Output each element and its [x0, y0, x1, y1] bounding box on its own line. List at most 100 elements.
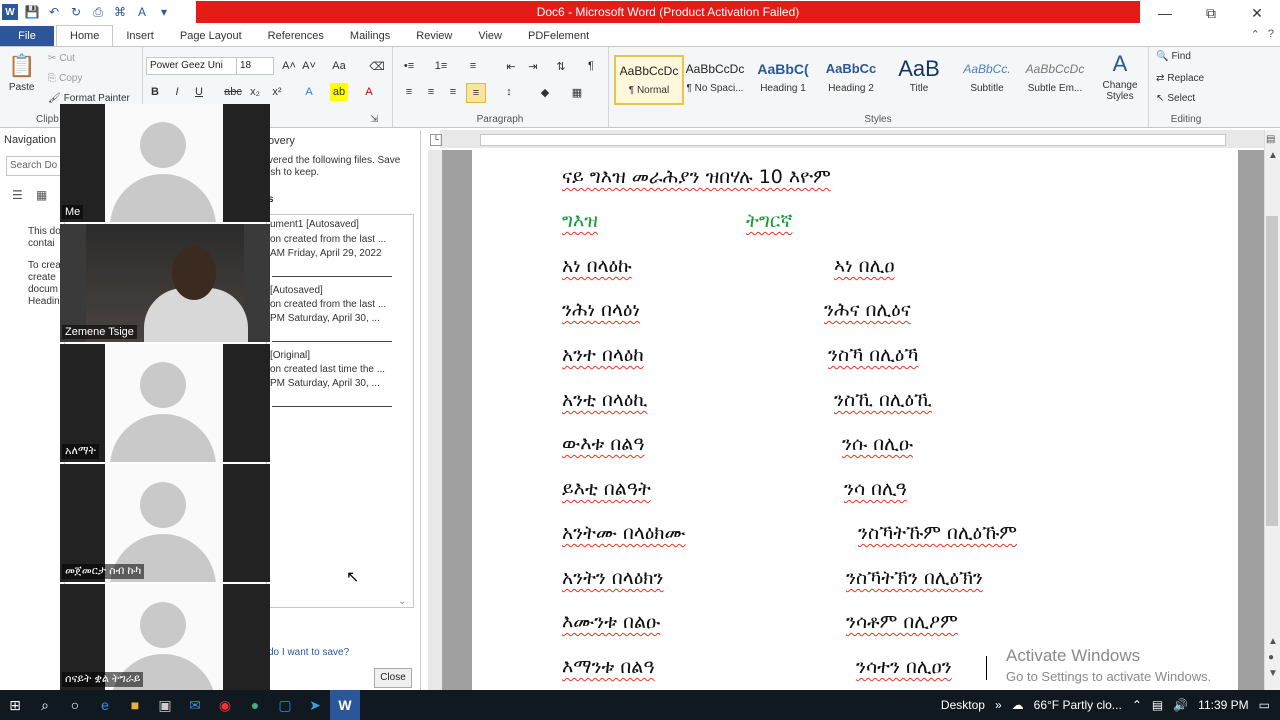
tab-insert[interactable]: Insert — [113, 26, 167, 46]
doc-heading[interactable]: ናይ ግእዝ መራሕያን ዝበሃሉ 10 እዮም — [562, 166, 831, 188]
chrome-icon[interactable]: ◉ — [210, 690, 240, 720]
undo-icon[interactable]: ↶ — [46, 4, 62, 20]
doc-row-geez[interactable]: አንቲ በላዕኪ — [562, 389, 648, 411]
shading-icon[interactable]: ◆ — [536, 83, 554, 101]
recovery-file-2-name[interactable]: [Autosaved] — [270, 285, 323, 296]
doc-col-header-tigrinya[interactable]: ትግርኛ — [746, 210, 792, 232]
recovery-close-button[interactable]: Close — [374, 668, 412, 688]
text-effects-icon[interactable]: A — [300, 83, 318, 101]
font-color-icon[interactable]: A — [134, 4, 150, 20]
scrollbar-thumb[interactable] — [1266, 216, 1278, 526]
change-styles-button[interactable]: A Change Styles — [1098, 51, 1142, 102]
tab-page-layout[interactable]: Page Layout — [167, 26, 255, 46]
search-icon[interactable]: ⌕ — [30, 690, 60, 720]
change-case-icon[interactable]: Aa — [330, 57, 348, 75]
edge-icon[interactable]: e — [90, 690, 120, 720]
next-page-icon[interactable]: ▼ — [1268, 668, 1278, 679]
start-icon[interactable]: ⊞ — [0, 690, 30, 720]
line-spacing-icon[interactable]: ↕ — [500, 83, 518, 101]
style-title[interactable]: AaB Title — [886, 55, 952, 101]
tray-chevron-icon[interactable]: » — [995, 698, 1002, 712]
clear-formatting-icon[interactable]: ⌫ — [368, 57, 386, 75]
notifications-icon[interactable]: ▭ — [1259, 698, 1270, 712]
desktop-toolbar[interactable]: Desktop — [941, 698, 985, 712]
format-painter-button[interactable]: 🖌 Format Painter — [48, 93, 130, 104]
weather-icon[interactable]: ☁ — [1012, 698, 1024, 712]
style-heading-2[interactable]: AaBbCc Heading 2 — [818, 55, 884, 101]
tab-home[interactable]: Home — [56, 25, 114, 46]
style-heading-1[interactable]: AaBbC(Heading 1 — [750, 55, 816, 101]
font-dialog-launcher-icon[interactable]: ⇲ — [370, 114, 392, 125]
tab-view[interactable]: View — [465, 26, 515, 46]
replace-button[interactable]: ⇄ Replace — [1156, 73, 1204, 84]
doc-row-tigrinya[interactable]: ንሕና በሊዕና — [824, 299, 911, 321]
close-window-button[interactable]: ✕ — [1234, 0, 1280, 26]
doc-row-tigrinya[interactable]: ንስኻትኹም በሊዕኹም — [858, 522, 1017, 544]
doc-row-geez[interactable]: ንሕነ በላዕነ — [562, 299, 640, 321]
tab-pdfelement[interactable]: PDFelement — [515, 26, 602, 46]
tab-review[interactable]: Review — [403, 26, 465, 46]
list-scroll-down-icon[interactable]: ⌄ — [398, 596, 406, 607]
justify-icon[interactable]: ≡ — [466, 83, 486, 103]
select-button[interactable]: ↖ Select — [1156, 93, 1195, 104]
bold-icon[interactable]: B — [146, 83, 164, 101]
tab-references[interactable]: References — [255, 26, 337, 46]
doc-row-geez[interactable]: እሙንቱ በልዑ — [562, 611, 660, 633]
sort-icon[interactable]: ⇅ — [552, 57, 570, 75]
align-center-icon[interactable]: ≡ — [422, 83, 440, 101]
zoom-icon[interactable]: ▢ — [270, 690, 300, 720]
app-icon[interactable]: ● — [240, 690, 270, 720]
decrease-indent-icon[interactable]: ⇤ — [502, 57, 520, 75]
doc-row-geez[interactable]: አንተ በላዕከ — [562, 344, 644, 366]
ruler-toggle-icon[interactable]: ▤ — [1266, 134, 1275, 145]
telegram-icon[interactable]: ➤ — [300, 690, 330, 720]
minimize-button[interactable]: — — [1142, 0, 1188, 26]
copy-button[interactable]: ⎘ Copy — [48, 73, 82, 84]
shrink-font-icon[interactable]: A˅ — [300, 57, 318, 75]
find-button[interactable]: 🔍 Find — [1156, 51, 1191, 62]
borders-icon[interactable]: ▦ — [568, 83, 586, 101]
store-icon[interactable]: ▣ — [150, 690, 180, 720]
underline-icon[interactable]: U — [190, 83, 208, 101]
style-subtle-emphasis[interactable]: AaBbCcDc Subtle Em... — [1022, 55, 1088, 101]
doc-row-tigrinya[interactable]: ንሳተን በሊዐን — [856, 656, 952, 678]
doc-row-geez[interactable]: ይእቲ በልዓት — [562, 478, 651, 500]
volume-icon[interactable]: 🔊 — [1173, 698, 1188, 712]
redo-icon[interactable]: ↻ — [68, 4, 84, 20]
mail-icon[interactable]: ✉ — [180, 690, 210, 720]
participant-tile[interactable]: አለማት — [60, 344, 270, 462]
tab-file[interactable]: File — [0, 26, 54, 46]
multilevel-list-icon[interactable]: ≡ — [464, 57, 482, 75]
participant-video-tile[interactable]: Zemene Tsige — [60, 224, 270, 342]
customize-qat-icon[interactable]: ▾ — [156, 4, 172, 20]
align-left-icon[interactable]: ≡ — [400, 83, 418, 101]
word-taskbar-icon[interactable]: W — [330, 690, 360, 720]
increase-indent-icon[interactable]: ⇥ — [524, 57, 542, 75]
superscript-icon[interactable]: x² — [268, 83, 286, 101]
nav-headings-icon[interactable]: ☰ — [12, 188, 23, 202]
which-file-link[interactable]: do I want to save? — [268, 647, 349, 658]
show-hidden-icons-icon[interactable]: ⌃ — [1132, 698, 1142, 712]
doc-row-tigrinya[interactable]: ንስኻ በሊዕኻ — [828, 344, 918, 366]
save-icon[interactable]: 💾 — [24, 4, 40, 20]
doc-row-tigrinya[interactable]: ንሱ በሊዑ — [842, 433, 913, 455]
pilcrow-icon[interactable]: ¶ — [582, 57, 600, 75]
align-right-icon[interactable]: ≡ — [444, 83, 462, 101]
doc-row-geez[interactable]: እማንቱ በልዓ — [562, 656, 655, 678]
doc-col-header-geez[interactable]: ግእዝ — [562, 210, 598, 232]
restore-button[interactable]: ⧉ — [1188, 0, 1234, 26]
highlight-icon[interactable]: ab — [330, 83, 348, 101]
scroll-up-icon[interactable]: ▲ — [1268, 150, 1278, 161]
quick-print-icon[interactable]: ⎙ — [90, 4, 106, 20]
previous-page-icon[interactable]: ▲ — [1268, 636, 1278, 647]
doc-row-tigrinya[interactable]: ንሳ በሊዓ — [844, 478, 907, 500]
tab-selector-icon[interactable]: └ — [430, 134, 442, 146]
word-logo-icon[interactable]: W — [2, 4, 18, 20]
doc-row-tigrinya[interactable]: ንስኻትኽን በሊዕኽን — [846, 567, 983, 589]
font-color-icon[interactable]: A — [360, 83, 378, 101]
style-subtitle[interactable]: AaBbCc. Subtitle — [954, 55, 1020, 101]
bullets-icon[interactable]: •≡ — [400, 57, 418, 75]
doc-row-tigrinya[interactable]: ንሳቶም በሊዖም — [846, 611, 958, 633]
browse-object-icon[interactable]: ● — [1268, 652, 1274, 663]
participant-tile[interactable]: መጀመርታ ስብ ኩካ — [60, 464, 270, 582]
